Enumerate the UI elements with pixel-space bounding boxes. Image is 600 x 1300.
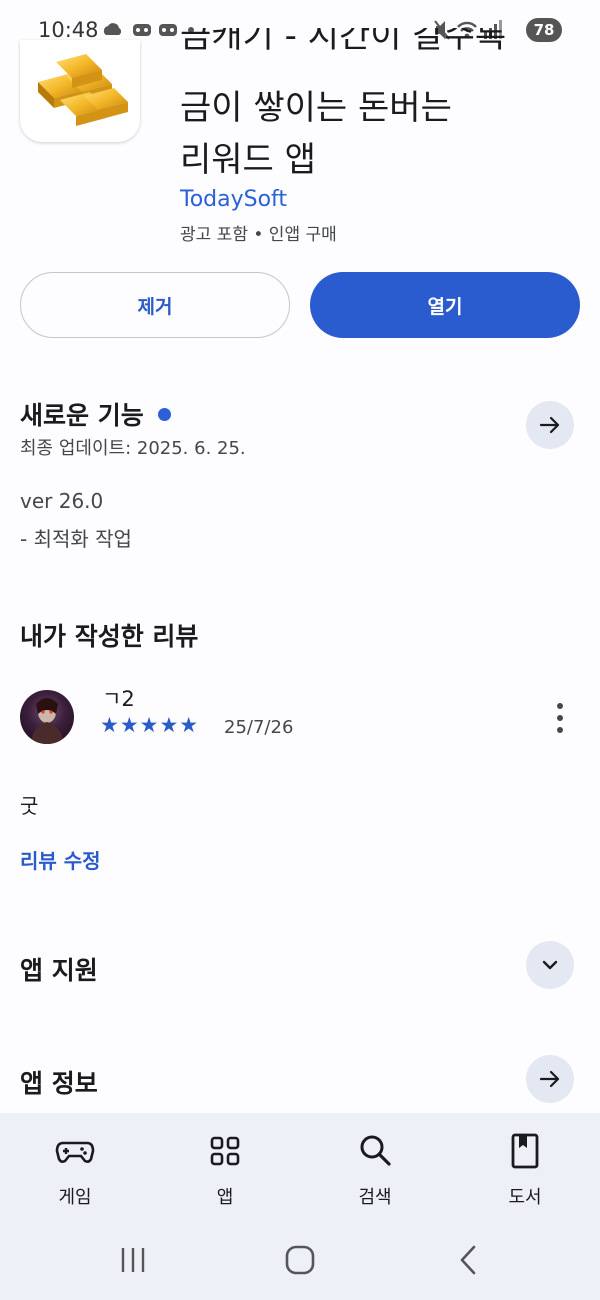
open-button[interactable]: 열기 xyxy=(310,272,580,338)
app-meta: 광고 포함 • 인앱 구매 xyxy=(180,225,337,245)
whats-new-arrow-button[interactable] xyxy=(526,401,574,449)
app-title: 금캐기 - 시간이 갈수록 금이 쌓이는 돈버는 리워드 앱 xyxy=(180,28,580,184)
star-rating: ★★★★★ xyxy=(100,713,200,737)
whats-new-header[interactable]: 새로운 기능 xyxy=(20,396,171,432)
nav-apps[interactable]: 앱 xyxy=(150,1113,300,1223)
reviewer-name: ㄱ2 xyxy=(102,687,135,711)
nav-books[interactable]: 도서 xyxy=(450,1113,600,1223)
version-text: ver 26.0 xyxy=(20,489,104,513)
app-title-line: 금캐기 - 시간이 갈수록 xyxy=(180,28,507,56)
app-icon xyxy=(20,40,140,142)
home-icon[interactable] xyxy=(284,1244,316,1276)
gold-bars-icon xyxy=(38,54,128,126)
app-support-expand-button[interactable] xyxy=(526,941,574,989)
remove-button[interactable]: 제거 xyxy=(20,272,290,338)
app-title-line: 리워드 앱 xyxy=(180,140,316,180)
avatar xyxy=(20,690,74,744)
book-icon xyxy=(511,1133,539,1169)
back-icon[interactable] xyxy=(456,1244,480,1276)
review-date: 25/7/26 xyxy=(224,717,294,738)
nav-label: 게임 xyxy=(58,1187,92,1208)
nav-search[interactable]: 검색 xyxy=(300,1113,450,1223)
new-indicator-dot xyxy=(157,407,171,421)
review-text: 굿 xyxy=(20,794,39,818)
release-notes: - 최적화 작업 xyxy=(20,527,132,551)
system-navigation-bar xyxy=(0,1220,600,1300)
nav-label: 도서 xyxy=(508,1187,542,1208)
recent-apps-icon[interactable] xyxy=(118,1246,148,1274)
search-icon xyxy=(360,1135,391,1166)
edit-review-link[interactable]: 리뷰 수정 xyxy=(20,845,101,874)
nav-games[interactable]: 게임 xyxy=(0,1113,150,1223)
arrow-right-icon xyxy=(539,416,560,434)
app-title-line: 금이 쌓이는 돈버는 xyxy=(180,88,452,128)
developer-link[interactable]: TodaySoft xyxy=(180,187,287,212)
arrow-right-icon xyxy=(539,1070,560,1088)
status-time: 10:48 xyxy=(38,18,99,42)
more-options-icon[interactable] xyxy=(548,700,572,736)
app-support-title[interactable]: 앱 지원 xyxy=(20,951,98,987)
app-info-arrow-button[interactable] xyxy=(526,1055,574,1103)
apps-grid-icon xyxy=(210,1136,240,1166)
my-review-title: 내가 작성한 리뷰 xyxy=(20,622,199,651)
gamepad-icon xyxy=(55,1141,95,1163)
bottom-navigation: 게임 앱 검색 도서 xyxy=(0,1113,600,1233)
last-updated: 최종 업데이트: 2025. 6. 25. xyxy=(20,438,246,459)
whats-new-title: 새로운 기능 xyxy=(20,401,144,430)
chevron-down-icon xyxy=(542,960,558,970)
nav-label: 앱 xyxy=(216,1187,234,1208)
nav-label: 검색 xyxy=(358,1187,392,1208)
app-info-title[interactable]: 앱 정보 xyxy=(20,1064,98,1100)
